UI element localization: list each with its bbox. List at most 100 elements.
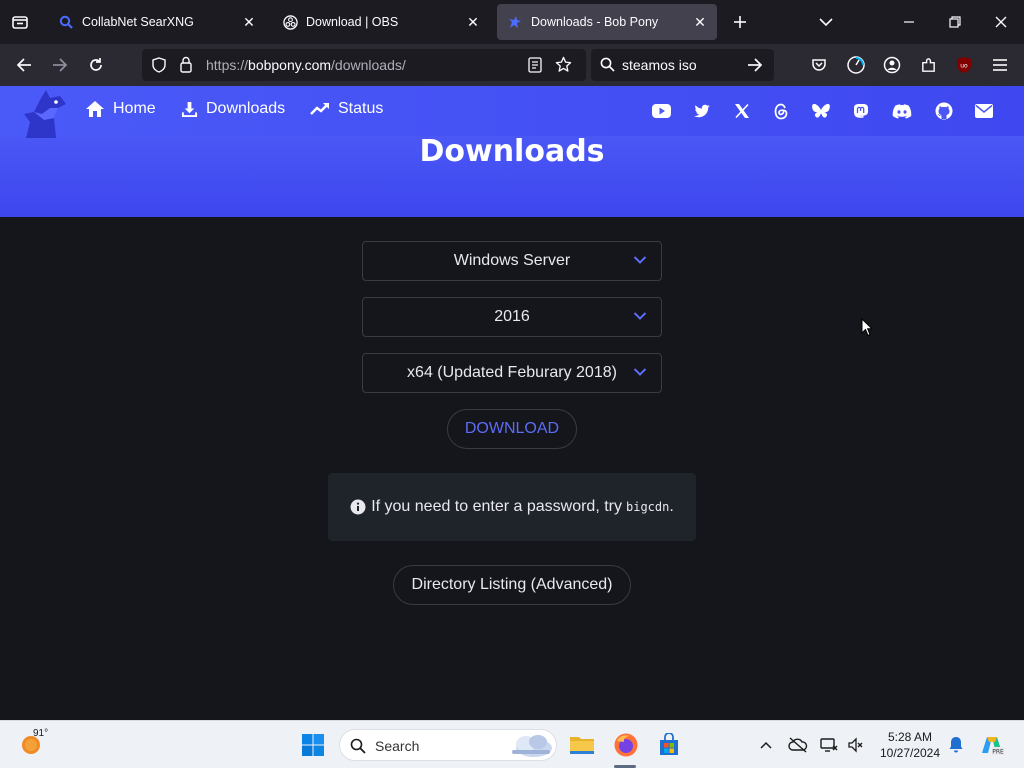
url-bar[interactable]: https://bobpony.com/downloads/ bbox=[142, 49, 586, 81]
notice-end: . bbox=[669, 498, 674, 515]
version-select-value: 2016 bbox=[494, 308, 530, 325]
discord-icon[interactable] bbox=[892, 101, 912, 121]
chevron-down-icon bbox=[633, 368, 647, 376]
file-explorer-icon[interactable] bbox=[568, 731, 596, 759]
download-icon bbox=[181, 101, 198, 117]
search-highlight-cloud-icon bbox=[506, 732, 554, 765]
clock-time: 5:28 AM bbox=[887, 730, 933, 744]
url-text[interactable]: https://bobpony.com/downloads/ bbox=[206, 57, 406, 73]
twitter-icon[interactable] bbox=[692, 101, 712, 121]
nav-downloads-label: Downloads bbox=[206, 100, 286, 117]
weather-temp: 91° bbox=[33, 728, 49, 739]
password-notice: If you need to enter a password, try big… bbox=[328, 473, 696, 541]
tab-downloads-bob-pony[interactable]: Downloads - Bob Pony ✕ bbox=[497, 4, 717, 40]
list-all-tabs-chevron-icon[interactable] bbox=[814, 10, 838, 34]
github-icon[interactable] bbox=[934, 101, 954, 121]
weather-widget[interactable]: 91° bbox=[18, 728, 48, 762]
bobpony-icon bbox=[507, 14, 523, 30]
microsoft-store-icon[interactable] bbox=[655, 731, 683, 759]
clock-date: 10/27/2024 bbox=[879, 746, 941, 760]
pocket-icon[interactable] bbox=[807, 53, 831, 77]
minimize-icon[interactable] bbox=[897, 10, 921, 34]
version-select[interactable]: 2016 bbox=[362, 297, 662, 337]
threads-icon[interactable] bbox=[771, 101, 791, 121]
obs-icon bbox=[282, 14, 298, 30]
mastodon-icon[interactable] bbox=[851, 101, 871, 121]
taskbar-clock[interactable]: 5:28 AM 10/27/2024 bbox=[872, 729, 948, 761]
search-icon bbox=[350, 738, 366, 759]
taskbar-search[interactable]: Search bbox=[339, 729, 557, 761]
nav-status-label: Status bbox=[338, 100, 384, 117]
firefox-view-icon[interactable] bbox=[8, 10, 32, 34]
onedrive-sync-off-icon[interactable] bbox=[784, 731, 812, 759]
menu-hamburger-icon[interactable] bbox=[988, 53, 1012, 77]
x-icon[interactable] bbox=[732, 101, 752, 121]
reload-icon[interactable] bbox=[84, 53, 108, 77]
svg-text:PRE: PRE bbox=[992, 749, 1004, 756]
edition-select-value: x64 (Updated Feburary 2018) bbox=[407, 364, 617, 381]
tab-download-obs[interactable]: Download | OBS ✕ bbox=[272, 4, 490, 40]
youtube-icon[interactable] bbox=[651, 101, 671, 121]
info-icon bbox=[350, 499, 366, 515]
network-icon[interactable] bbox=[815, 731, 843, 759]
browser-tab-strip: CollabNet SearXNG ✕ Download | OBS ✕ Dow… bbox=[0, 0, 1024, 44]
tab-title: Download | OBS bbox=[306, 15, 399, 29]
download-button[interactable]: DOWNLOAD bbox=[447, 409, 577, 449]
new-tab-icon[interactable] bbox=[728, 10, 752, 34]
go-arrow-icon[interactable] bbox=[747, 57, 763, 78]
close-tab-icon[interactable]: ✕ bbox=[464, 13, 482, 31]
nav-downloads-link[interactable]: Downloads bbox=[181, 100, 285, 118]
site-navbar: Home Downloads Status bbox=[0, 86, 1024, 138]
home-icon bbox=[86, 101, 104, 117]
bluesky-icon[interactable] bbox=[811, 101, 831, 121]
search-bar[interactable]: steamos iso bbox=[591, 49, 774, 81]
directory-listing-button[interactable]: Directory Listing (Advanced) bbox=[393, 565, 631, 605]
mail-icon[interactable] bbox=[974, 101, 994, 121]
notice-text: If you need to enter a password, try bbox=[371, 498, 622, 515]
notice-password-code: bigcdn bbox=[626, 500, 670, 514]
back-icon[interactable] bbox=[12, 53, 36, 77]
bookmark-star-icon[interactable] bbox=[555, 56, 572, 78]
url-path: /downloads/ bbox=[331, 57, 406, 73]
os-select[interactable]: Windows Server bbox=[362, 241, 662, 281]
edition-select[interactable]: x64 (Updated Feburary 2018) bbox=[362, 353, 662, 393]
notification-bell-icon[interactable] bbox=[942, 731, 970, 759]
trending-icon bbox=[310, 103, 329, 115]
reader-view-icon[interactable] bbox=[528, 57, 542, 78]
shield-icon[interactable] bbox=[151, 57, 167, 78]
taskbar-search-placeholder: Search bbox=[375, 738, 420, 754]
close-tab-icon[interactable]: ✕ bbox=[240, 13, 258, 31]
url-prefix: https:// bbox=[206, 57, 249, 73]
nav-home-label: Home bbox=[113, 100, 156, 117]
chevron-down-icon bbox=[633, 312, 647, 320]
site-header: Home Downloads Status Downloads bbox=[0, 86, 1024, 217]
nav-status-link[interactable]: Status bbox=[310, 100, 383, 118]
ublock-origin-icon[interactable]: uo bbox=[952, 53, 976, 77]
os-select-value: Windows Server bbox=[453, 252, 571, 269]
restore-icon[interactable] bbox=[943, 10, 967, 34]
account-icon[interactable] bbox=[880, 53, 904, 77]
mouse-cursor-icon bbox=[861, 317, 874, 342]
url-domain: bobpony.com bbox=[248, 57, 332, 73]
extensions-puzzle-icon[interactable] bbox=[916, 53, 940, 77]
firefox-taskbar-icon[interactable] bbox=[612, 731, 640, 759]
copilot-icon[interactable]: PRE bbox=[978, 731, 1006, 759]
tab-title: CollabNet SearXNG bbox=[82, 15, 194, 29]
close-tab-icon[interactable]: ✕ bbox=[691, 13, 709, 31]
show-hidden-icons-chevron-icon[interactable] bbox=[752, 731, 780, 759]
volume-muted-icon[interactable] bbox=[841, 731, 869, 759]
search-magnifier-icon bbox=[58, 14, 74, 30]
tab-title: Downloads - Bob Pony bbox=[531, 15, 659, 29]
nav-home-link[interactable]: Home bbox=[85, 100, 156, 118]
windows-taskbar: 91° Search 5:28 AM 10/27/2024 PRE bbox=[0, 720, 1024, 768]
windows-start-icon[interactable] bbox=[299, 731, 327, 759]
close-window-icon[interactable] bbox=[989, 10, 1013, 34]
forward-icon[interactable] bbox=[48, 53, 72, 77]
lock-icon[interactable] bbox=[179, 56, 193, 78]
page-title: Downloads bbox=[419, 134, 605, 169]
svg-text:uo: uo bbox=[960, 63, 968, 70]
tab-collabnet-searxng[interactable]: CollabNet SearXNG ✕ bbox=[48, 4, 266, 40]
browser-navigation-bar: https://bobpony.com/downloads/ steamos i… bbox=[0, 44, 1024, 86]
search-input-value[interactable]: steamos iso bbox=[622, 57, 697, 73]
speed-dial-extension-icon[interactable] bbox=[844, 53, 868, 77]
